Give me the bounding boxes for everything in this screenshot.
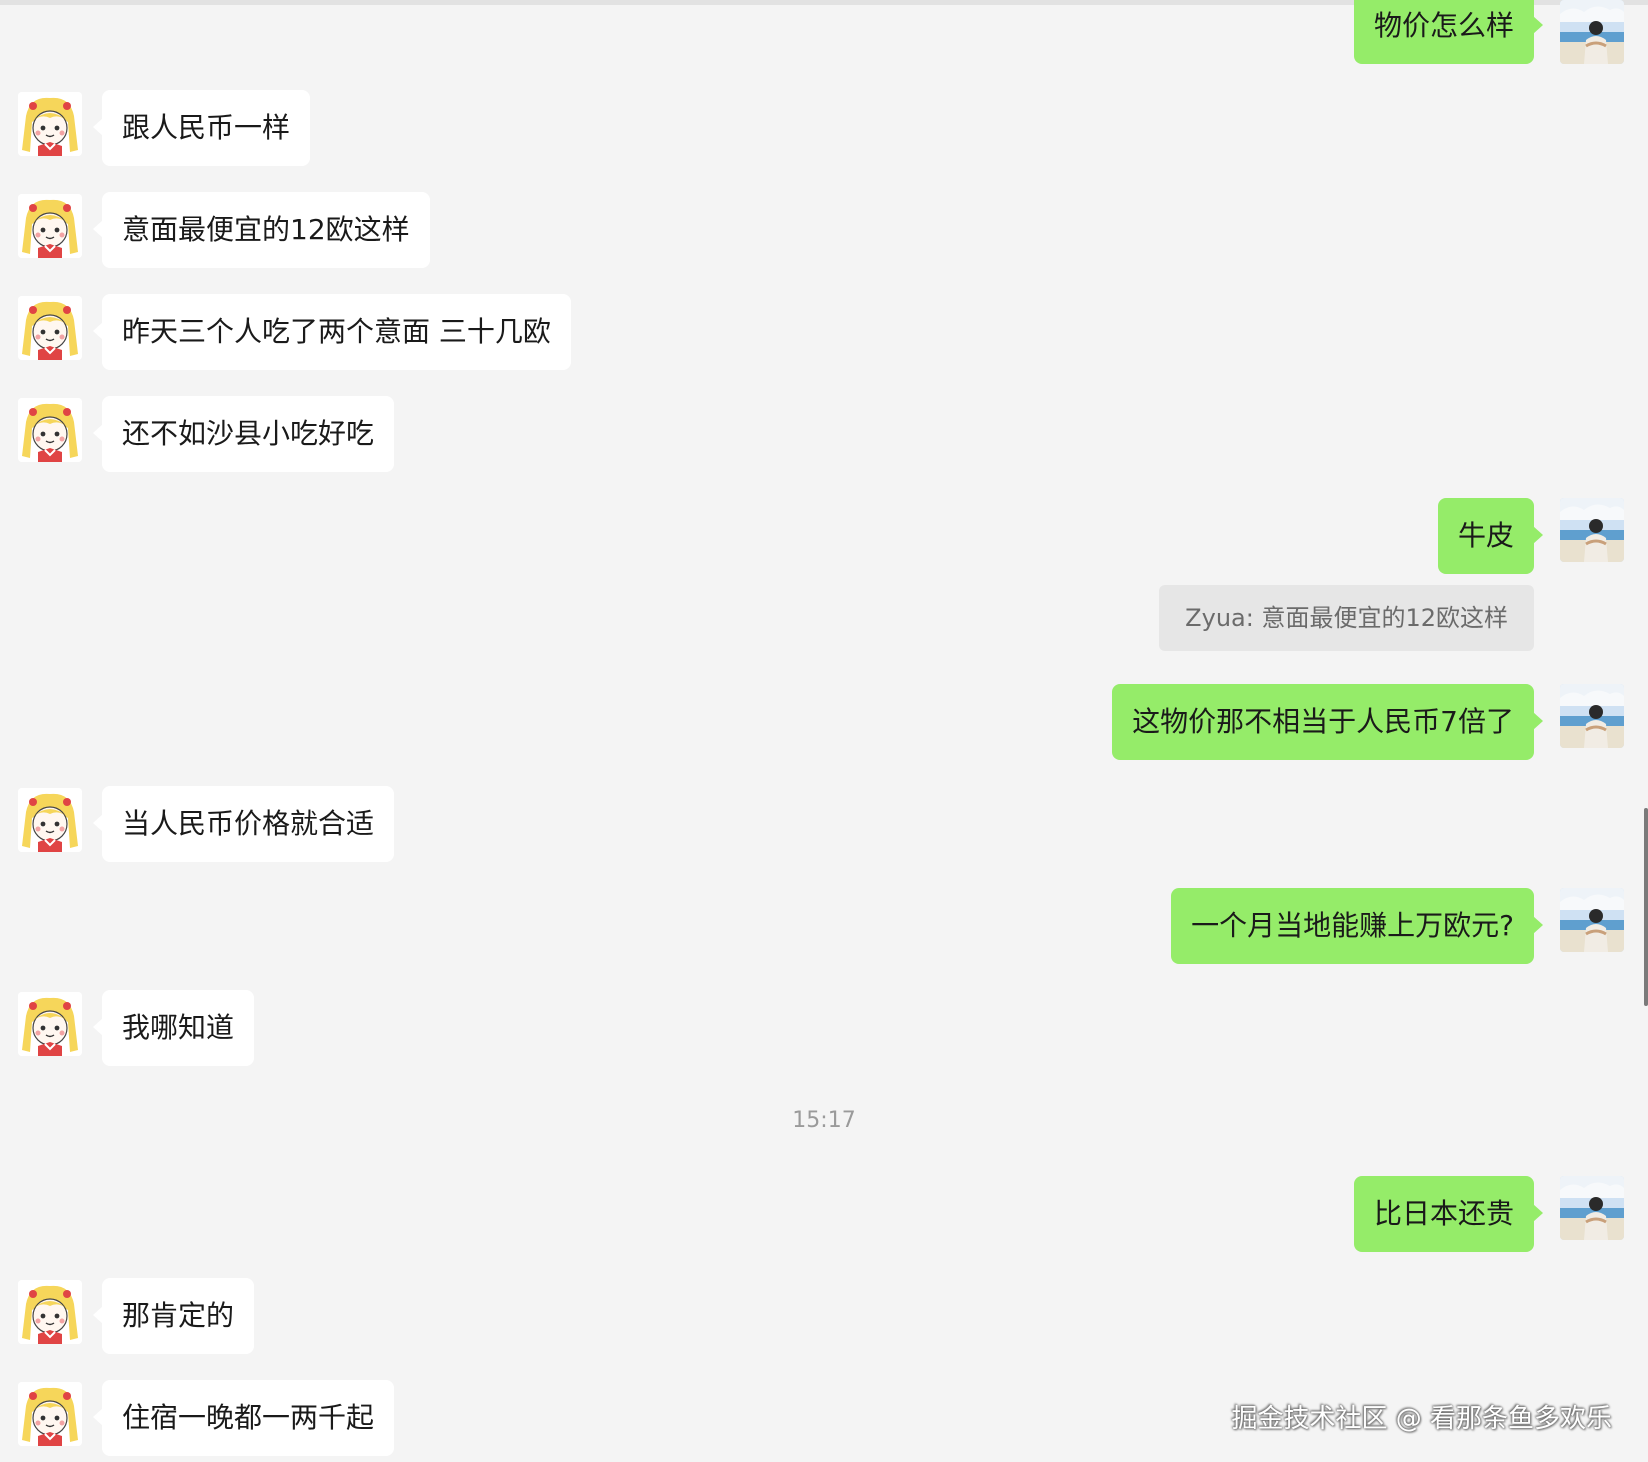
contact-avatar-icon[interactable] [18, 1280, 82, 1344]
message-bubble[interactable]: 牛皮 [1437, 498, 1544, 574]
own-avatar-icon[interactable] [1560, 498, 1624, 562]
message-bubble[interactable]: 比日本还贵 [1353, 1176, 1544, 1252]
message-bubble[interactable]: 还不如沙县小吃好吃 [92, 396, 395, 472]
contact-avatar-icon[interactable] [18, 1382, 82, 1446]
message-bubble[interactable]: 住宿一晚都一两千起 [92, 1380, 395, 1456]
message-bubble[interactable]: 昨天三个人吃了两个意面 三十几欧 [93, 294, 571, 370]
message-bubble[interactable]: 一个月当地能赚上万欧元? [1171, 888, 1543, 964]
timestamp: 15:17 [792, 1108, 856, 1133]
watermark: 掘金技术社区 @ 看那条鱼多欢乐 [1231, 1404, 1612, 1434]
own-avatar-icon[interactable] [1560, 888, 1624, 952]
contact-avatar-icon[interactable] [18, 398, 82, 462]
message-bubble[interactable]: 意面最便宜的12欧这样 [93, 192, 430, 268]
message-bubble[interactable]: 那肯定的 [92, 1278, 255, 1354]
message-bubble[interactable]: 物价怎么样 [1353, 0, 1544, 64]
contact-avatar-icon[interactable] [18, 92, 82, 156]
own-avatar-icon[interactable] [1560, 684, 1624, 748]
quoted-message[interactable]: Zyua: 意面最便宜的12欧这样 [1159, 585, 1534, 651]
own-avatar-icon[interactable] [1560, 1176, 1624, 1240]
message-bubble[interactable]: 当人民币价格就合适 [92, 786, 395, 862]
contact-avatar-icon[interactable] [18, 296, 82, 360]
message-bubble[interactable]: 我哪知道 [92, 990, 255, 1066]
contact-avatar-icon[interactable] [18, 194, 82, 258]
scrollbar[interactable] [1644, 808, 1648, 1006]
contact-avatar-icon[interactable] [18, 992, 82, 1056]
own-avatar-icon[interactable] [1560, 0, 1624, 64]
message-bubble[interactable]: 这物价那不相当于人民币7倍了 [1112, 684, 1543, 760]
message-bubble[interactable]: 跟人民币一样 [92, 90, 311, 166]
contact-avatar-icon[interactable] [18, 788, 82, 852]
